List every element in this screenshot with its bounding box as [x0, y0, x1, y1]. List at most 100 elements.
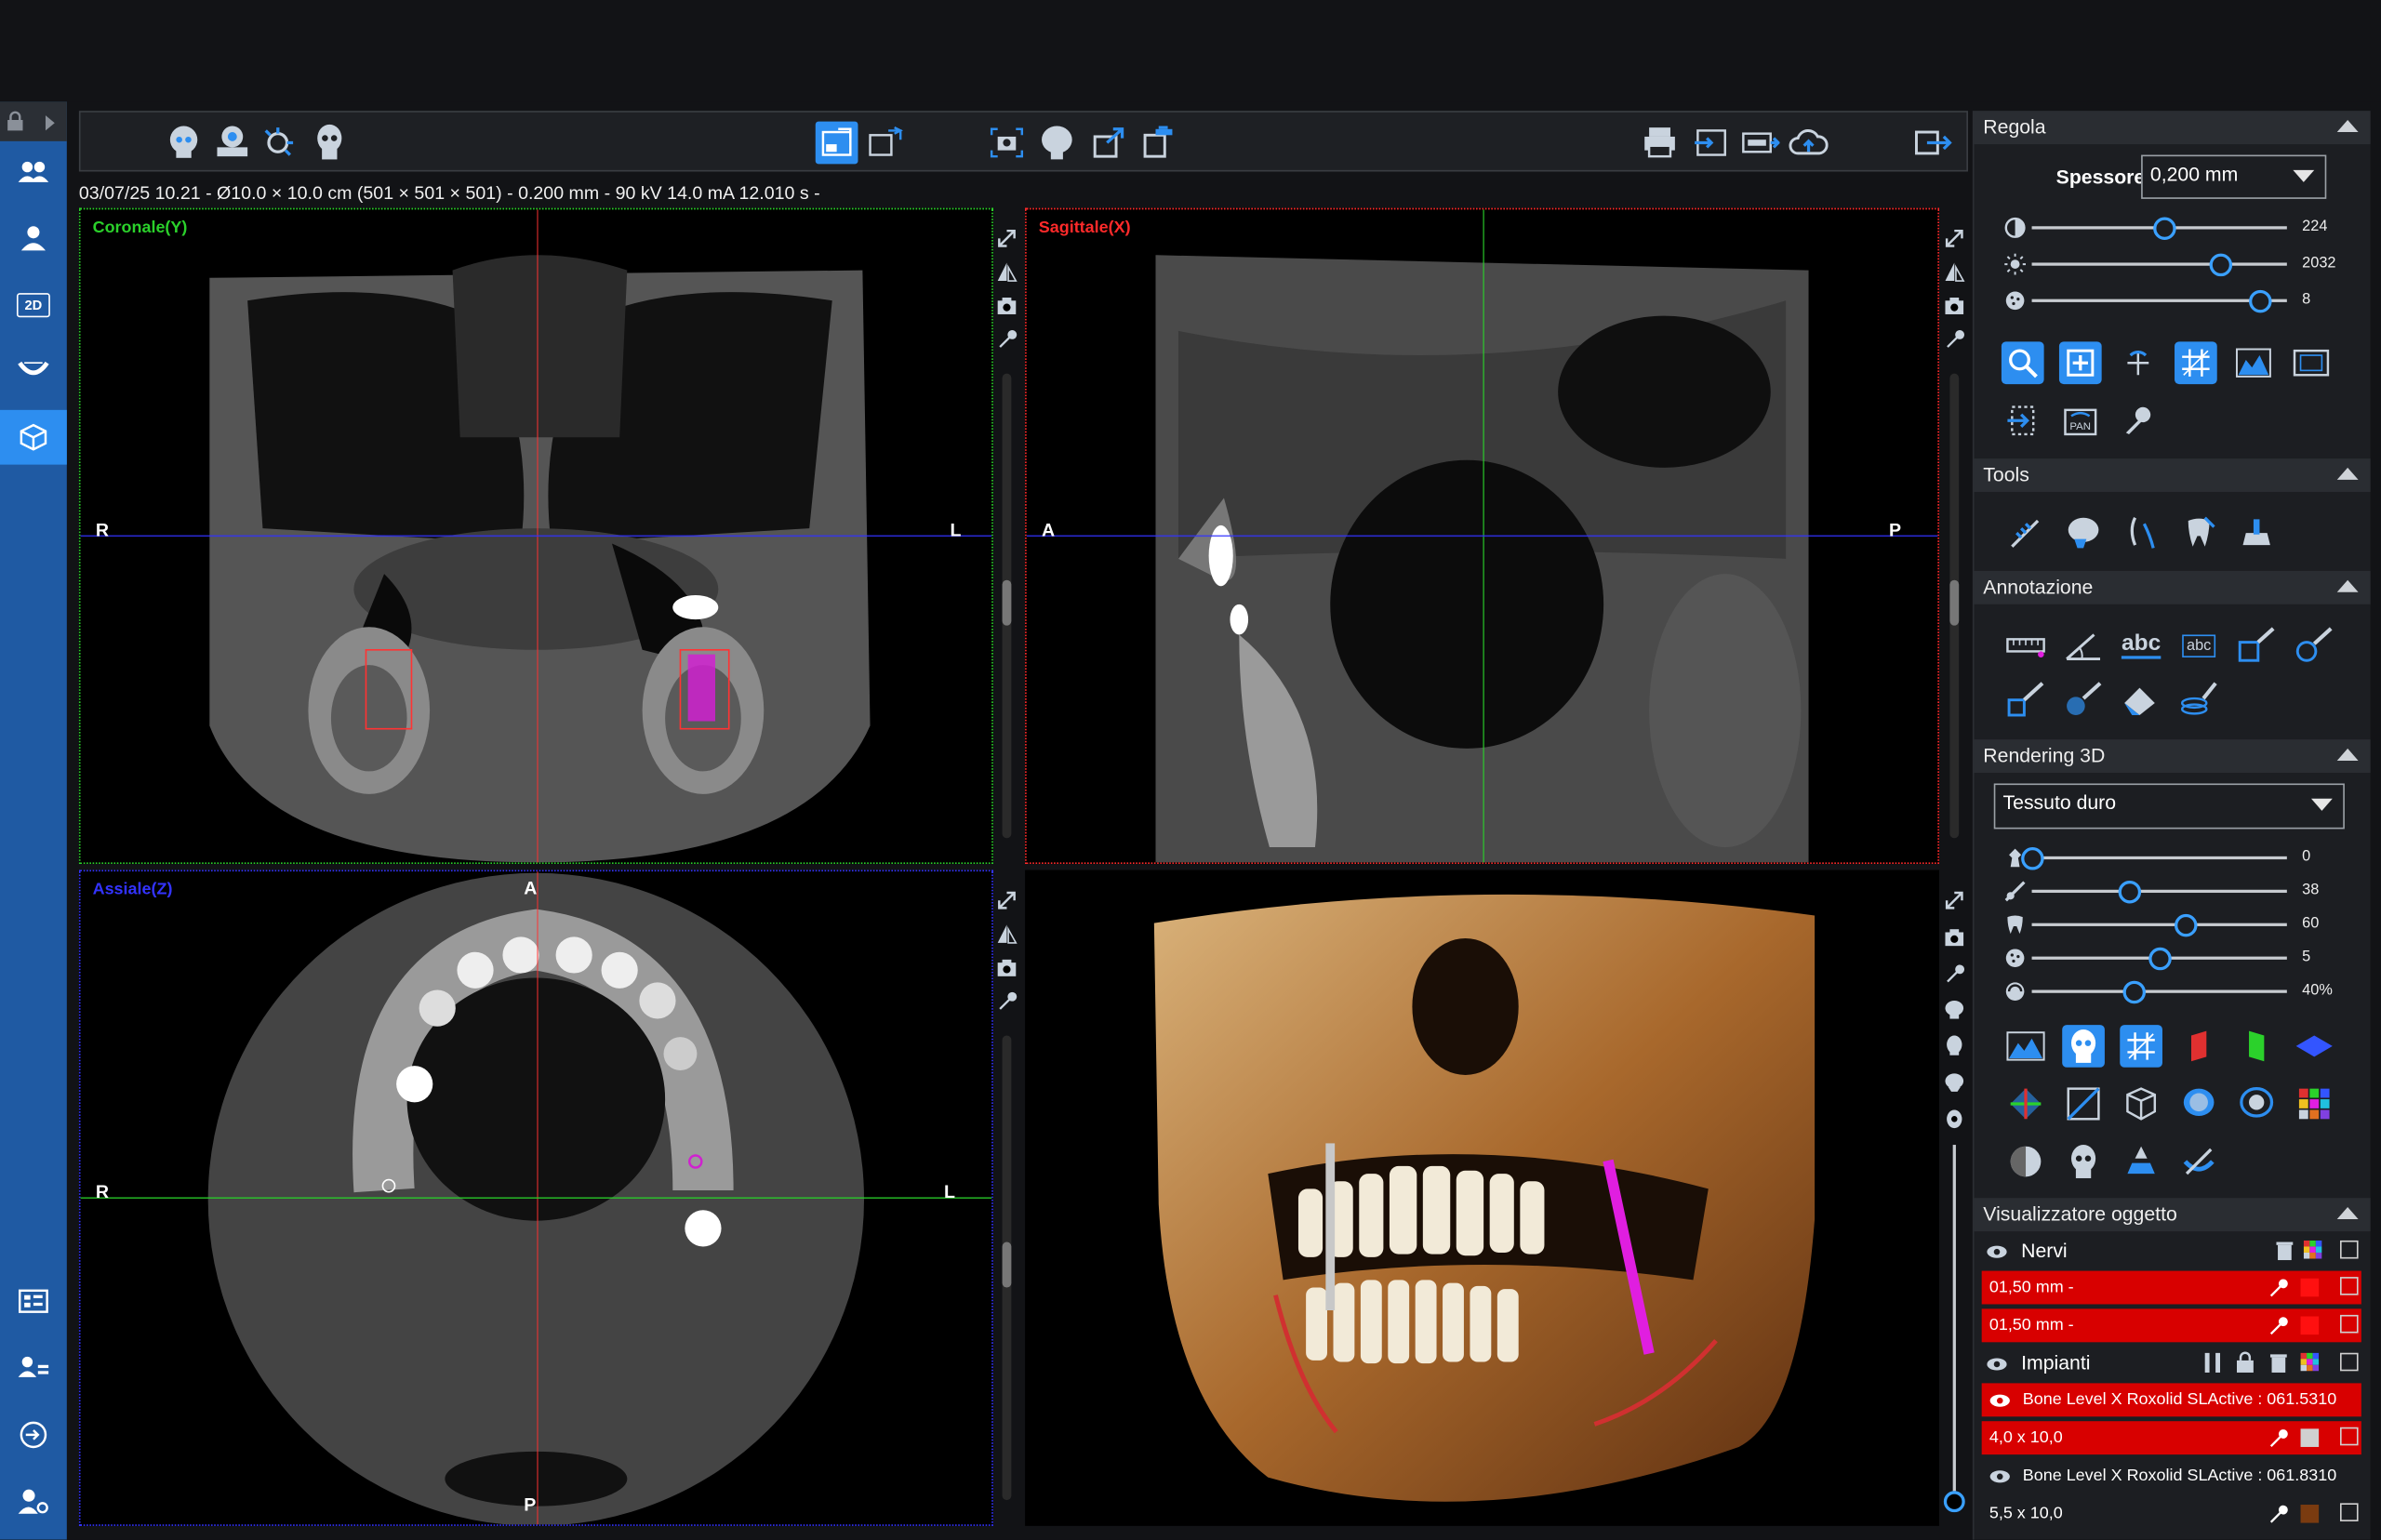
send-button[interactable] [1690, 122, 1733, 165]
dental-arch-nav[interactable] [9, 346, 58, 392]
frame-button[interactable] [2290, 341, 2333, 384]
camera-icon[interactable] [996, 295, 1018, 316]
panoramic-button[interactable]: PAN [2059, 399, 2102, 442]
angle-tool-button[interactable] [2062, 624, 2105, 667]
nerve-render-button[interactable] [2177, 1140, 2220, 1183]
slider-knob[interactable] [2174, 913, 2198, 937]
mirror-icon[interactable] [996, 261, 1018, 283]
user-list-nav[interactable] [9, 1346, 58, 1391]
scroll-thumb[interactable] [1949, 579, 1960, 626]
wrench-icon[interactable] [2268, 1277, 2289, 1298]
pan-tool-button[interactable] [2058, 341, 2102, 385]
grid-tool-button[interactable] [2175, 341, 2217, 385]
mirror-icon[interactable] [1944, 261, 1965, 283]
eraser-tool-button[interactable] [2120, 679, 2162, 722]
skin-render-button[interactable] [2235, 1082, 2278, 1125]
implant-1-name-row[interactable]: Bone Level X Roxolid SLActive : 061.5310 [1981, 1383, 2361, 1417]
user-settings-nav[interactable] [9, 1479, 58, 1524]
lock-icon[interactable] [7, 111, 25, 132]
maximize-icon[interactable] [1944, 890, 1965, 911]
stl-export-button[interactable] [1738, 122, 1781, 165]
nerve-tool-button[interactable] [2004, 511, 2047, 554]
layers-tool-button[interactable] [2177, 679, 2220, 722]
sphere-tool-button[interactable] [2062, 679, 2105, 722]
nav-3d[interactable] [0, 409, 67, 465]
worklist-nav[interactable] [9, 1279, 58, 1324]
eye-icon[interactable] [1987, 1358, 2008, 1372]
rectangle-tool-button[interactable] [2235, 624, 2278, 667]
mirror-icon[interactable] [996, 923, 1018, 945]
collapse-caret-icon[interactable] [2336, 119, 2359, 133]
rendering-section-header[interactable]: Rendering 3D [1974, 739, 2371, 774]
slider-knob[interactable] [2021, 847, 2044, 870]
login-nav[interactable] [9, 1412, 58, 1457]
scroll-thumb[interactable] [1002, 579, 1012, 626]
skull-scan-button[interactable] [163, 122, 206, 165]
coronal-view[interactable]: Coronale(Y) R L [78, 207, 993, 865]
render-slider-2[interactable]: 38 [2004, 879, 2354, 904]
implant-1-color-swatch[interactable] [2300, 1428, 2320, 1447]
annotazione-section-header[interactable]: Annotazione [1974, 570, 2371, 604]
airway-tool-button[interactable] [2120, 511, 2162, 554]
histogram-button[interactable] [2232, 341, 2275, 384]
half-skull-button[interactable] [2004, 1140, 2047, 1183]
render-slider-4[interactable]: 5 [2004, 946, 2354, 971]
regola-slider-2[interactable]: 2032 [2004, 252, 2354, 277]
wrench-icon[interactable] [1944, 962, 1965, 984]
scroll-thumb[interactable] [1002, 1241, 1012, 1288]
slider-knob[interactable] [2210, 253, 2233, 277]
slider-track[interactable] [2031, 856, 2287, 860]
collapse-caret-icon[interactable] [2336, 467, 2359, 480]
orientation-button[interactable] [2004, 1082, 2047, 1125]
skull-profile-icon[interactable] [1944, 1072, 1965, 1094]
slider-knob[interactable] [2118, 880, 2141, 904]
axial-slice-scrollbar[interactable] [1002, 1035, 1012, 1501]
circle-tool-button[interactable] [2293, 624, 2335, 667]
eye-icon[interactable] [1989, 1394, 2011, 1408]
zoom-slider-knob[interactable] [1943, 1491, 1965, 1513]
wrench-icon[interactable] [2268, 1427, 2289, 1449]
3d-render-view[interactable] [1025, 870, 1939, 1526]
slider-track[interactable] [2031, 889, 2287, 894]
expand-arrow-icon[interactable] [43, 113, 58, 132]
nerve-1-color-swatch[interactable] [2300, 1278, 2320, 1297]
exit-button[interactable] [1912, 122, 1955, 165]
artifact-button[interactable] [257, 122, 299, 165]
box-3d-button[interactable] [2120, 1082, 2162, 1125]
grid-render-button[interactable] [2120, 1025, 2162, 1068]
nerve-1-checkbox[interactable] [2339, 1277, 2359, 1295]
color-table-button[interactable] [2293, 1082, 2335, 1125]
slider-track[interactable] [2031, 923, 2287, 926]
lock-icon[interactable] [2236, 1351, 2254, 1373]
slider-track[interactable] [2031, 262, 2287, 266]
render-slider-1[interactable]: 0 [2004, 845, 2354, 870]
cube-tool-button[interactable] [2004, 679, 2047, 722]
camera-icon[interactable] [1944, 926, 1965, 948]
slider-knob[interactable] [2248, 289, 2271, 313]
maximize-icon[interactable] [1944, 228, 1965, 249]
skull-top-icon[interactable] [1944, 1109, 1965, 1130]
nerve-2-color-swatch[interactable] [2300, 1316, 2320, 1335]
slider-knob[interactable] [2122, 980, 2147, 1004]
settings-wrench-button[interactable] [2117, 399, 2160, 442]
nervi-group-row[interactable]: Nervi [1982, 1234, 2361, 1268]
implant-2-checkbox[interactable] [2339, 1503, 2359, 1521]
wrench-icon[interactable] [996, 990, 1018, 1012]
soft-tissue-button[interactable] [2177, 1082, 2220, 1125]
camera-icon[interactable] [996, 957, 1018, 978]
implant-2-name-row[interactable]: Bone Level X Roxolid SLActive : 061.8310 [1982, 1459, 2361, 1493]
impianti-checkbox[interactable] [2339, 1352, 2359, 1372]
delete-button[interactable] [1137, 122, 1180, 165]
tooth-tool-button[interactable] [2177, 511, 2220, 554]
print-button[interactable] [1639, 122, 1682, 165]
skull-side-icon[interactable] [1944, 999, 1965, 1020]
eye-icon[interactable] [1989, 1469, 2011, 1483]
nav-2d[interactable]: 2D [9, 283, 58, 328]
implant-2-size-row[interactable]: 5,5 x 10,0 [1982, 1497, 2361, 1531]
implant-tool-button[interactable] [2235, 511, 2278, 554]
regola-slider-3[interactable]: 8 [2004, 288, 2354, 313]
nerve-row-1[interactable]: 01,50 mm - [1981, 1270, 2361, 1305]
camera-icon[interactable] [1944, 295, 1965, 316]
color-grid-icon[interactable] [2303, 1240, 2322, 1259]
patient-nav[interactable] [9, 216, 58, 261]
